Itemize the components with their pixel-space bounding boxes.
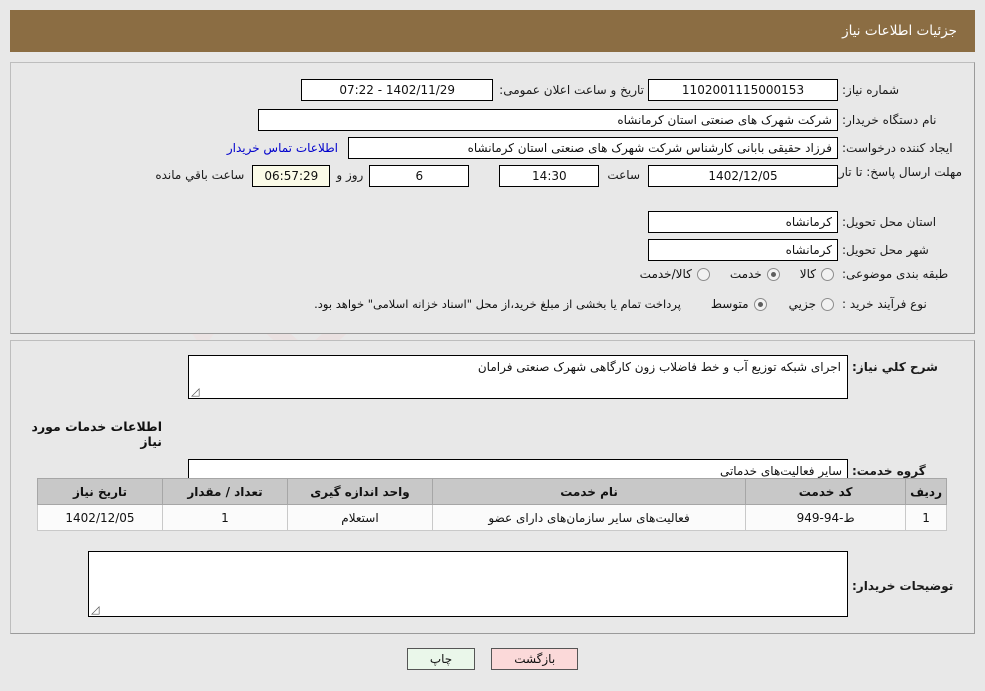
days-remaining-field[interactable]: 6 <box>369 165 470 187</box>
page-title: جزئیات اطلاعات نیاز <box>842 23 957 39</box>
buyer-notes-label: توضیحات خریدار: <box>852 579 954 593</box>
radio-icon[interactable] <box>821 297 834 311</box>
items-table: ردیف کد خدمت نام خدمت واحد اندازه گیری ت… <box>37 478 947 531</box>
need-number-field[interactable]: 1102001115000153 <box>648 79 838 101</box>
process-type-label: نوع فرآیند خرید : <box>842 297 927 311</box>
radio-icon[interactable] <box>821 267 834 281</box>
page-root: جزئیات اطلاعات نیاز AriaTender.net شماره… <box>0 0 985 691</box>
public-announce-row: تاریخ و ساعت اعلان عمومی: 1402/11/29 - 0… <box>301 79 644 101</box>
radio-icon[interactable] <box>766 267 780 281</box>
countdown-label: ساعت باقي مانده <box>155 168 245 182</box>
need-number-row: شماره نیاز: 1102001115000153 <box>648 79 962 101</box>
process-option-0-label: جزيي <box>788 297 816 311</box>
col-date: تاریخ نیاز <box>37 478 163 505</box>
resize-grip-icon[interactable]: ◺ <box>91 603 101 616</box>
province-label: استان محل تحویل: <box>842 215 937 229</box>
service-group-label: گروه خدمت: <box>852 464 926 478</box>
cell-date: 1402/12/05 <box>37 504 163 531</box>
general-desc-text: اجرای شبکه توزیع آب و خط فاضلاب زون کارگ… <box>477 360 841 374</box>
services-section-heading: اطلاعات خدمات مورد نیاز <box>31 419 162 449</box>
public-announce-field[interactable]: 1402/11/29 - 07:22 <box>301 79 494 101</box>
category-row: طبقه بندی موضوعی: کالا خدمت کالا/خدمت <box>640 267 962 281</box>
general-desc-row: شرح كلي نياز: اجرای شبکه توزیع آب و خط ف… <box>188 355 962 399</box>
cell-index: 1 <box>905 504 947 531</box>
general-desc-textarea[interactable]: اجرای شبکه توزیع آب و خط فاضلاب زون کارگ… <box>188 355 848 399</box>
buyer-notes-row: توضیحات خریدار: ◺ <box>88 551 962 617</box>
deadline-date-field[interactable]: 1402/12/05 <box>648 165 838 187</box>
col-index: ردیف <box>905 478 947 505</box>
deadline-time-field[interactable]: 14:30 <box>499 165 600 187</box>
category-option-0[interactable]: کالا <box>800 267 834 281</box>
col-name: نام خدمت <box>431 478 747 505</box>
need-summary-panel: شماره نیاز: 1102001115000153 تاریخ و ساع… <box>10 62 975 334</box>
process-type-row: نوع فرآیند خرید : جزيي متوسط پرداخت تمام… <box>314 297 962 311</box>
city-label: شهر محل تحویل: <box>842 243 929 257</box>
requester-label: ایجاد کننده درخواست: <box>842 141 953 155</box>
category-option-2-label: کالا/خدمت <box>639 267 692 281</box>
resize-grip-icon[interactable]: ◺ <box>191 385 201 398</box>
category-option-1-label: خدمت <box>729 267 762 281</box>
page-header-bar: جزئیات اطلاعات نیاز <box>10 10 975 52</box>
general-desc-label: شرح كلي نياز: <box>852 360 938 374</box>
city-row: شهر محل تحویل: کرمانشاه <box>648 239 962 261</box>
public-announce-label: تاریخ و ساعت اعلان عمومی: <box>499 83 644 97</box>
radio-icon[interactable] <box>753 297 767 311</box>
buyer-org-label: نام دستگاه خریدار: <box>842 113 937 127</box>
col-code: کد خدمت <box>745 478 907 505</box>
table-header-row: ردیف کد خدمت نام خدمت واحد اندازه گیری ت… <box>37 478 947 505</box>
table-row[interactable]: 1 ط-94-949 فعالیت‌های سایر سازمان‌های دا… <box>37 504 947 531</box>
city-field[interactable]: کرمانشاه <box>648 239 838 261</box>
days-remaining-label: روز و <box>336 168 364 182</box>
print-button[interactable]: چاپ <box>406 648 476 670</box>
process-option-1-label: متوسط <box>710 297 749 311</box>
deadline-row: مهلت ارسال پاسخ: تا تاریخ: 1402/12/05 سا… <box>155 165 962 187</box>
buyer-org-row: نام دستگاه خریدار: شرکت شهرک های صنعتی ا… <box>258 109 962 131</box>
action-button-bar: بازگشت چاپ <box>0 648 985 670</box>
cell-unit: استعلام <box>287 504 433 531</box>
province-field[interactable]: کرمانشاه <box>648 211 838 233</box>
province-row: استان محل تحویل: کرمانشاه <box>648 211 962 233</box>
cell-code: ط-94-949 <box>745 504 907 531</box>
buyer-org-field[interactable]: شرکت شهرک های صنعتی استان کرمانشاه <box>258 109 838 131</box>
countdown-field: 06:57:29 <box>252 165 331 187</box>
cell-name: فعالیت‌های سایر سازمان‌های دارای عضو <box>431 504 747 531</box>
radio-icon[interactable] <box>696 267 710 281</box>
requester-field[interactable]: فرزاد حقیقی بابانی کارشناس شرکت شهرک های… <box>348 137 838 159</box>
category-option-1[interactable]: خدمت <box>730 267 780 281</box>
process-option-1[interactable]: متوسط <box>711 297 767 311</box>
buyer-notes-textarea[interactable]: ◺ <box>88 551 848 617</box>
hour-label: ساعت <box>607 168 640 182</box>
process-note: پرداخت تمام یا بخشی از مبلغ خرید،از محل … <box>314 297 681 311</box>
process-option-0[interactable]: جزيي <box>789 297 834 311</box>
cell-quantity: 1 <box>162 504 288 531</box>
buyer-contact-link[interactable]: اطلاعات تماس خریدار <box>227 141 338 155</box>
col-quantity: تعداد / مقدار <box>162 478 288 505</box>
category-option-0-label: کالا <box>799 267 816 281</box>
category-option-2[interactable]: کالا/خدمت <box>640 267 710 281</box>
col-unit: واحد اندازه گیری <box>287 478 433 505</box>
requester-row: ایجاد کننده درخواست: فرزاد حقیقی بابانی … <box>227 137 962 159</box>
back-button[interactable]: بازگشت <box>491 648 579 670</box>
deadline-label: مهلت ارسال پاسخ: تا تاریخ: <box>823 165 962 179</box>
need-number-label: شماره نیاز: <box>842 83 899 97</box>
category-label: طبقه بندی موضوعی: <box>842 267 949 281</box>
